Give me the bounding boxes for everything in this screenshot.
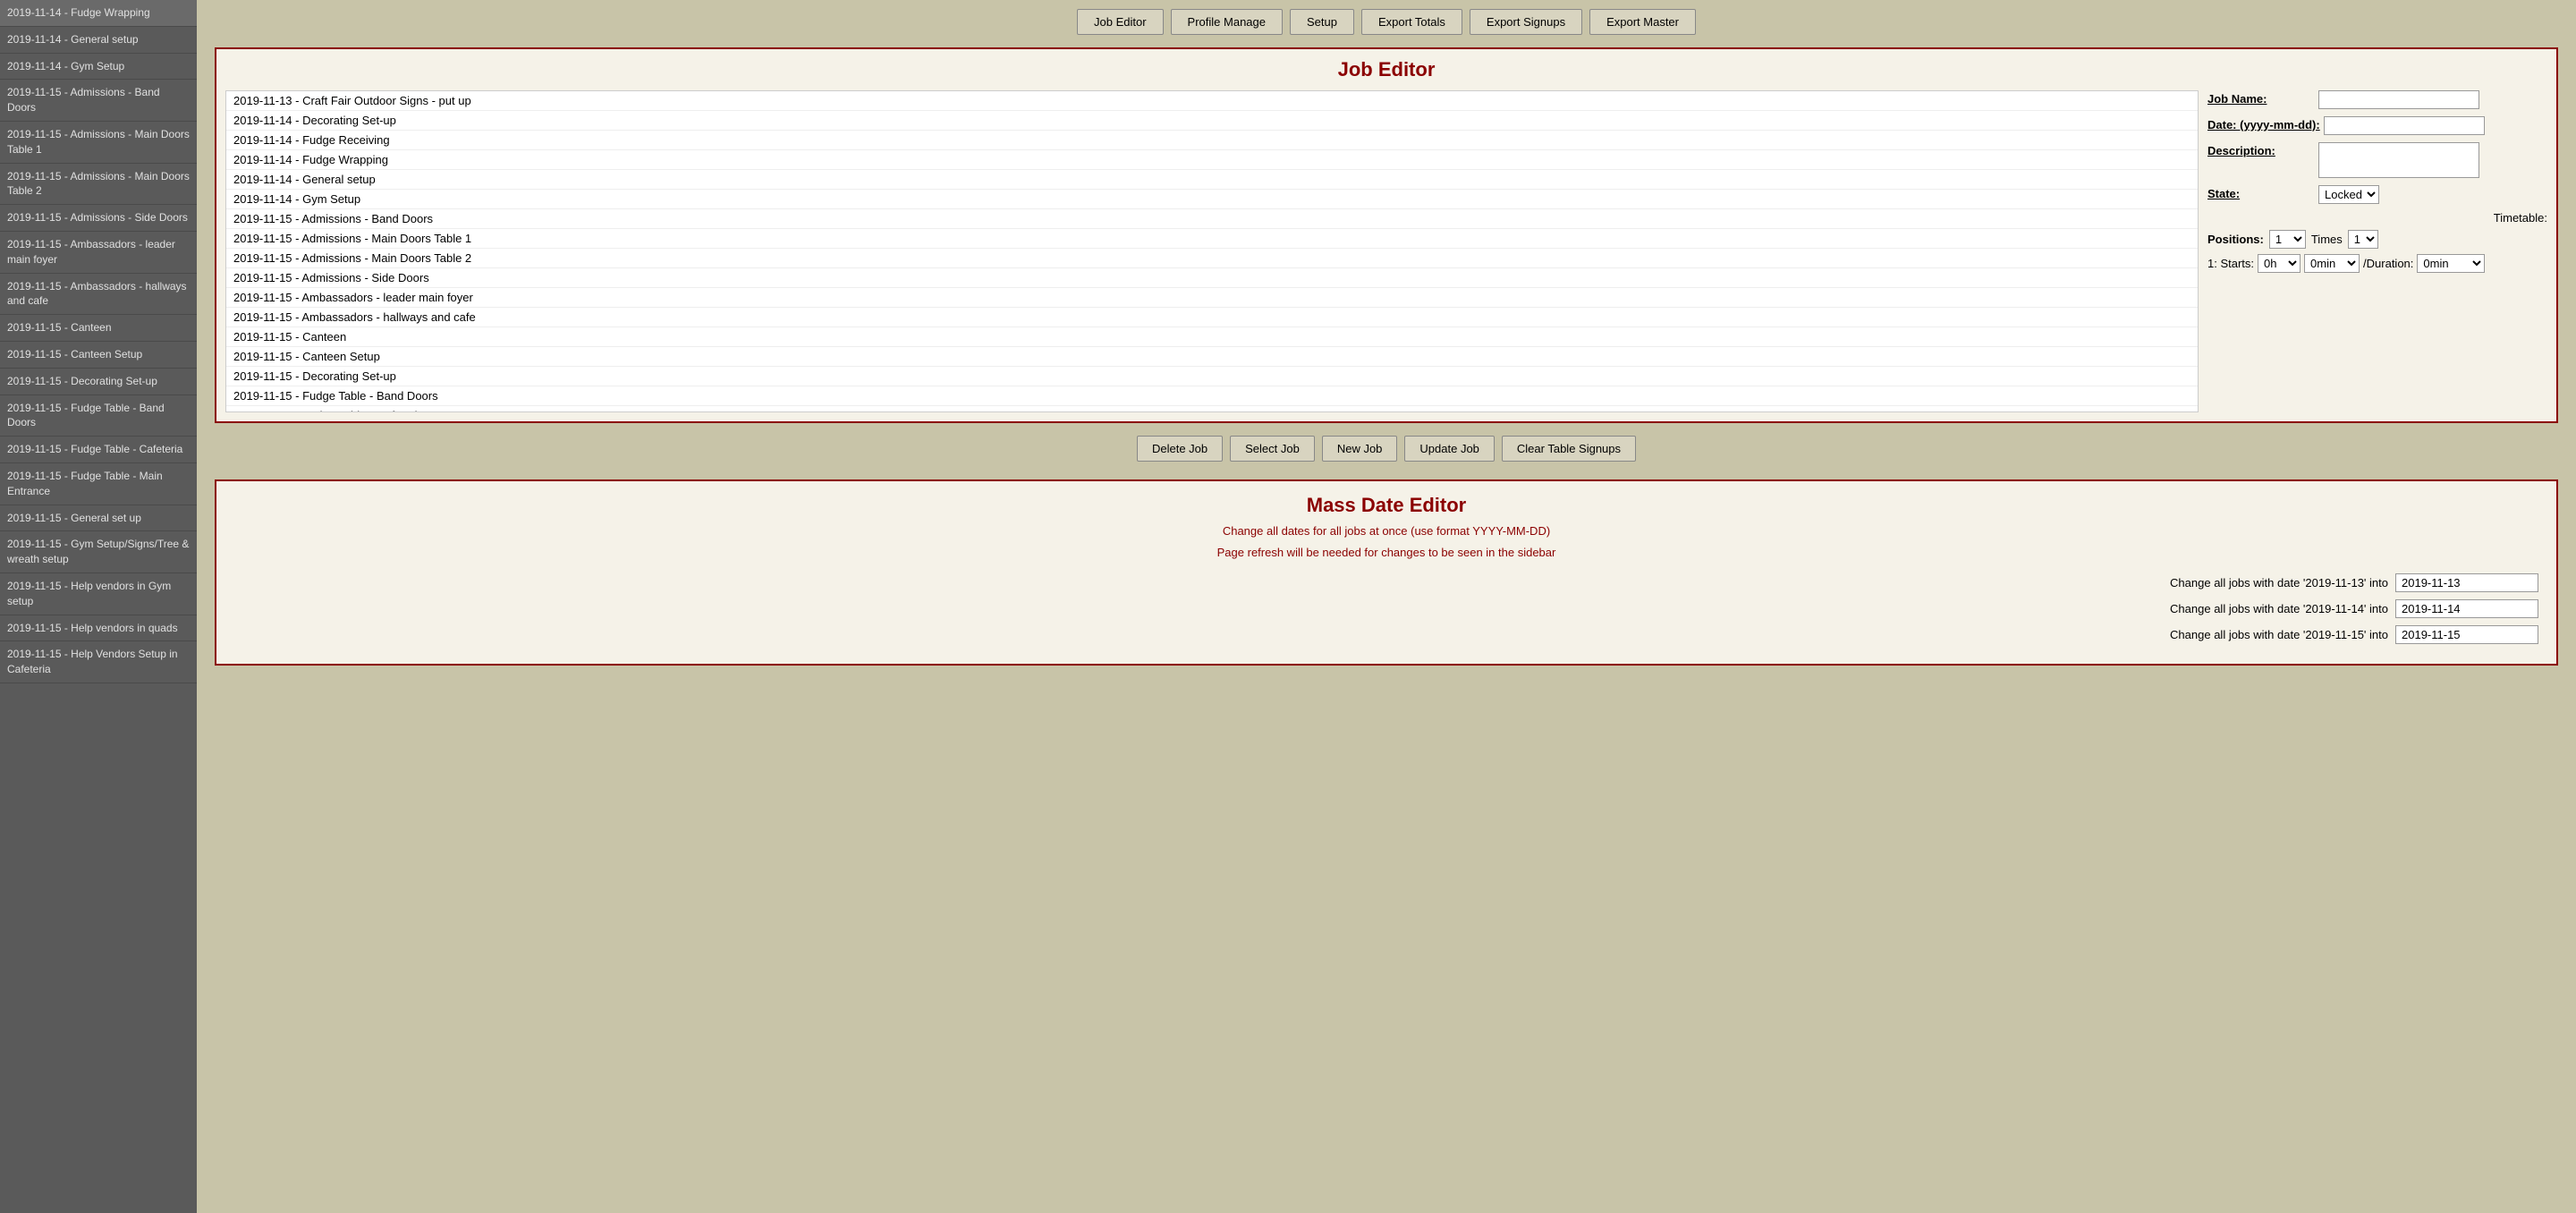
description-label: Description:: [2207, 142, 2315, 157]
sidebar-item[interactable]: 2019-11-15 - Canteen Setup: [0, 342, 197, 369]
job-list-item[interactable]: 2019-11-15 - Ambassadors - leader main f…: [226, 288, 2198, 308]
job-editor-panel: Job Editor 2019-11-13 - Craft Fair Outdo…: [215, 47, 2558, 423]
delete-job-button[interactable]: Delete Job: [1137, 436, 1223, 462]
sidebar-item[interactable]: 2019-11-15 - Fudge Table - Band Doors: [0, 395, 197, 437]
nav-button-export-signups[interactable]: Export Signups: [1470, 9, 1582, 35]
job-list-item[interactable]: 2019-11-14 - Fudge Receiving: [226, 131, 2198, 150]
mass-date-row-input[interactable]: [2395, 573, 2538, 592]
job-list[interactable]: 2019-11-13 - Craft Fair Outdoor Signs - …: [225, 90, 2199, 412]
sidebar-item[interactable]: 2019-11-15 - Admissions - Side Doors: [0, 205, 197, 232]
starts-row: 1: Starts: 0h1h2h3h 4h5h6h7h 8h9h10h11h1…: [2207, 254, 2547, 273]
job-form: Job Name: Date: (yyyy-mm-dd): Descriptio…: [2207, 90, 2547, 412]
update-job-button[interactable]: Update Job: [1404, 436, 1495, 462]
mass-date-rows: Change all jobs with date '2019-11-13' i…: [234, 573, 2538, 644]
job-list-item[interactable]: 2019-11-15 - Admissions - Side Doors: [226, 268, 2198, 288]
date-row: Date: (yyyy-mm-dd):: [2207, 116, 2547, 135]
sidebar: 2019-11-14 - Fudge Wrapping2019-11-14 - …: [0, 0, 197, 1213]
job-list-item[interactable]: 2019-11-14 - Fudge Wrapping: [226, 150, 2198, 170]
sidebar-item[interactable]: 2019-11-15 - Admissions - Main Doors Tab…: [0, 164, 197, 206]
description-row: Description:: [2207, 142, 2547, 178]
duration-label: /Duration:: [2363, 257, 2413, 270]
state-label: State:: [2207, 185, 2315, 200]
sidebar-item[interactable]: 2019-11-15 - Admissions - Main Doors Tab…: [0, 122, 197, 164]
sidebar-item[interactable]: 2019-11-15 - Fudge Table - Cafeteria: [0, 437, 197, 463]
job-list-item[interactable]: 2019-11-15 - Ambassadors - hallways and …: [226, 308, 2198, 327]
sidebar-item[interactable]: 2019-11-15 - Admissions - Band Doors: [0, 80, 197, 122]
nav-button-job-editor[interactable]: Job Editor: [1077, 9, 1164, 35]
sidebar-item[interactable]: 2019-11-14 - Fudge Wrapping: [0, 0, 197, 27]
job-list-item[interactable]: 2019-11-15 - Admissions - Band Doors: [226, 209, 2198, 229]
mass-date-desc2: Page refresh will be needed for changes …: [234, 544, 2538, 562]
job-list-item[interactable]: 2019-11-15 - Fudge Table - Cafeteria: [226, 406, 2198, 412]
mass-date-desc1: Change all dates for all jobs at once (u…: [234, 522, 2538, 540]
mass-date-row: Change all jobs with date '2019-11-15' i…: [234, 625, 2538, 644]
nav-button-export-totals[interactable]: Export Totals: [1361, 9, 1462, 35]
starts-label: 1: Starts:: [2207, 257, 2254, 270]
job-list-item[interactable]: 2019-11-15 - Canteen: [226, 327, 2198, 347]
job-list-item[interactable]: 2019-11-14 - General setup: [226, 170, 2198, 190]
sidebar-item[interactable]: 2019-11-15 - Help vendors in quads: [0, 615, 197, 642]
job-list-item[interactable]: 2019-11-13 - Craft Fair Outdoor Signs - …: [226, 91, 2198, 111]
top-nav: Job Editor Profile Manage Setup Export Tota…: [215, 9, 2558, 35]
times-select[interactable]: 12345: [2348, 230, 2378, 249]
job-editor-title: Job Editor: [225, 58, 2547, 81]
select-job-button[interactable]: Select Job: [1230, 436, 1315, 462]
job-editor-content: 2019-11-13 - Craft Fair Outdoor Signs - …: [225, 90, 2547, 412]
date-label: Date: (yyyy-mm-dd):: [2207, 116, 2320, 131]
sidebar-item[interactable]: 2019-11-15 - Decorating Set-up: [0, 369, 197, 395]
nav-button-export-master[interactable]: Export Master: [1589, 9, 1696, 35]
positions-label: Positions:: [2207, 233, 2264, 246]
times-label: Times: [2311, 233, 2343, 246]
job-list-item[interactable]: 2019-11-15 - Admissions - Main Doors Tab…: [226, 229, 2198, 249]
mass-date-row-label: Change all jobs with date '2019-11-14' i…: [234, 602, 2388, 615]
sidebar-item[interactable]: 2019-11-14 - Gym Setup: [0, 54, 197, 81]
mass-date-row: Change all jobs with date '2019-11-13' i…: [234, 573, 2538, 592]
positions-row: Positions: 12345 678910 Times 12345: [2207, 230, 2547, 249]
mass-date-row-input[interactable]: [2395, 625, 2538, 644]
sidebar-item[interactable]: 2019-11-15 - Ambassadors - leader main f…: [0, 232, 197, 274]
positions-select[interactable]: 12345 678910: [2269, 230, 2306, 249]
mass-date-row: Change all jobs with date '2019-11-14' i…: [234, 599, 2538, 618]
mass-date-row-label: Change all jobs with date '2019-11-13' i…: [234, 576, 2388, 590]
mass-date-row-label: Change all jobs with date '2019-11-15' i…: [234, 628, 2388, 641]
new-job-button[interactable]: New Job: [1322, 436, 1398, 462]
mass-date-editor: Mass Date Editor Change all dates for al…: [215, 479, 2558, 666]
state-row: State: Locked Open Closed: [2207, 185, 2547, 204]
sidebar-item[interactable]: 2019-11-15 - Canteen: [0, 315, 197, 342]
sidebar-item[interactable]: 2019-11-15 - Gym Setup/Signs/Tree & wrea…: [0, 531, 197, 573]
job-list-item[interactable]: 2019-11-14 - Gym Setup: [226, 190, 2198, 209]
sidebar-item[interactable]: 2019-11-15 - Ambassadors - hallways and …: [0, 274, 197, 316]
sidebar-item[interactable]: 2019-11-14 - General setup: [0, 27, 197, 54]
job-name-label: Job Name:: [2207, 90, 2315, 106]
job-list-item[interactable]: 2019-11-15 - Fudge Table - Band Doors: [226, 386, 2198, 406]
sidebar-item[interactable]: 2019-11-15 - Fudge Table - Main Entrance: [0, 463, 197, 505]
clear-signups-button[interactable]: Clear Table Signups: [1502, 436, 1636, 462]
job-list-item[interactable]: 2019-11-15 - Admissions - Main Doors Tab…: [226, 249, 2198, 268]
job-list-item[interactable]: 2019-11-14 - Decorating Set-up: [226, 111, 2198, 131]
job-name-input[interactable]: [2318, 90, 2479, 109]
duration-select[interactable]: 0min15min30min45min 1h1h15min1h30min2h 3…: [2417, 254, 2485, 273]
job-list-item[interactable]: 2019-11-15 - Canteen Setup: [226, 347, 2198, 367]
mass-date-row-input[interactable]: [2395, 599, 2538, 618]
action-buttons: Delete Job Select Job New Job Update Job…: [215, 436, 2558, 462]
sidebar-item[interactable]: 2019-11-15 - Help Vendors Setup in Cafet…: [0, 641, 197, 683]
starts-min-select[interactable]: 0min15min30min45min: [2304, 254, 2360, 273]
description-input[interactable]: [2318, 142, 2479, 178]
sidebar-item[interactable]: 2019-11-15 - General set up: [0, 505, 197, 532]
main-content: Job Editor Profile Manage Setup Export Tota…: [197, 0, 2576, 1213]
starts-hours-select[interactable]: 0h1h2h3h 4h5h6h7h 8h9h10h11h12h: [2258, 254, 2301, 273]
job-name-row: Job Name:: [2207, 90, 2547, 109]
job-list-item[interactable]: 2019-11-15 - Decorating Set-up: [226, 367, 2198, 386]
nav-button-profile-manage[interactable]: Profile Manage: [1171, 9, 1283, 35]
state-select[interactable]: Locked Open Closed: [2318, 185, 2379, 204]
sidebar-item[interactable]: 2019-11-15 - Help vendors in Gym setup: [0, 573, 197, 615]
timetable-label: Timetable:: [2207, 211, 2547, 225]
nav-button-setup[interactable]: Setup: [1290, 9, 1354, 35]
date-input[interactable]: [2324, 116, 2485, 135]
mass-date-editor-title: Mass Date Editor: [234, 494, 2538, 517]
